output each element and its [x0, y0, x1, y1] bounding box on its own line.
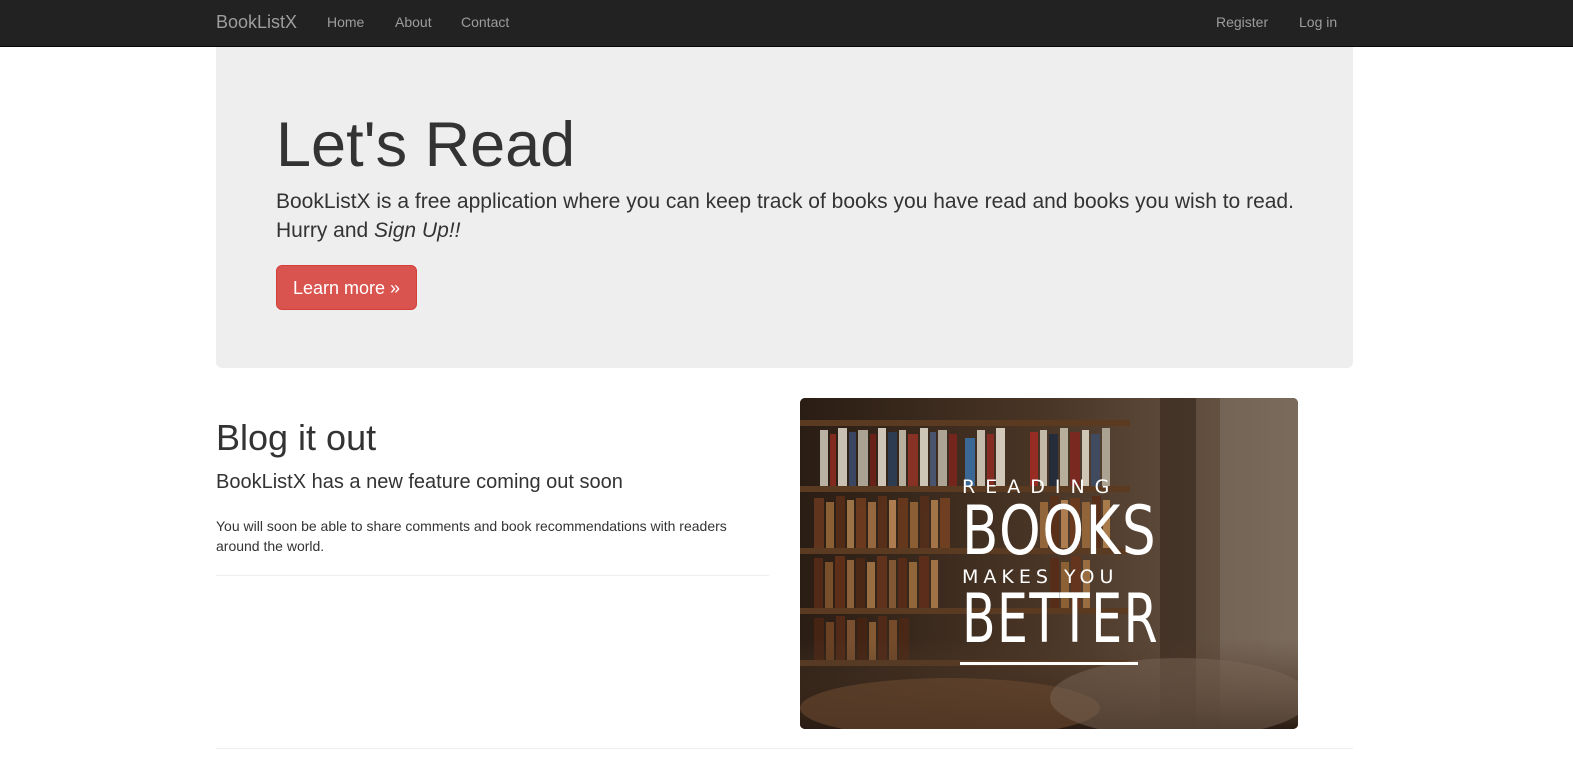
section-divider — [216, 748, 1353, 749]
hero-jumbotron: Let's Read BookListX is a free applicati… — [216, 47, 1353, 368]
blog-subtitle: BookListX has a new feature coming out s… — [216, 471, 623, 493]
blog-title: Blog it out — [216, 417, 377, 458]
brand-link[interactable]: BookListX — [216, 0, 297, 46]
top-navbar: BookListX Home About Contact Register Lo… — [0, 0, 1573, 47]
image-text-better: BETTER — [962, 580, 1160, 659]
nav-home-link[interactable]: Home — [327, 0, 364, 46]
learn-more-button[interactable]: Learn more » — [276, 265, 417, 310]
reading-books-image: READING BOOKS MAKES YOU BETTER — [800, 398, 1298, 729]
hero-title: Let's Read — [276, 110, 576, 180]
hero-signup-emphasis: Sign Up!! — [374, 219, 461, 242]
nav-about-link[interactable]: About — [395, 0, 432, 46]
image-underline — [960, 662, 1138, 665]
blog-divider — [216, 575, 769, 576]
image-text-books: BOOKS — [962, 492, 1158, 571]
nav-register-link[interactable]: Register — [1216, 0, 1268, 46]
nav-login-link[interactable]: Log in — [1299, 0, 1337, 46]
blog-body: You will soon be able to share comments … — [216, 518, 727, 554]
hero-description: BookListX is a free application where yo… — [276, 187, 1316, 245]
nav-contact-link[interactable]: Contact — [461, 0, 509, 46]
